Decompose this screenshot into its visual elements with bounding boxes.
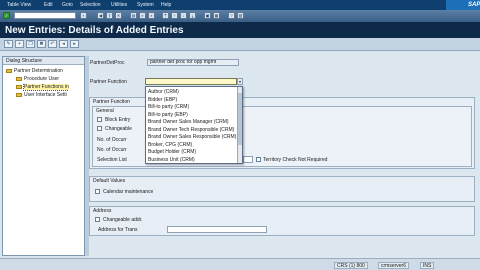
last-page-icon[interactable]: ⤓ — [189, 12, 196, 19]
partner-function-group-title: Partner Function — [93, 99, 130, 105]
dropdown-option[interactable]: Broker, CPG (CRM) — [148, 142, 192, 148]
dialog-structure-pane: Dialog Structure Partner Determination P… — [2, 56, 85, 256]
page-title: New Entries: Details of Added Entries — [5, 25, 184, 36]
dropdown-option[interactable]: Brand Owner Sales Manager (CRM) — [148, 119, 229, 125]
block-entry-checkbox[interactable] — [97, 117, 102, 122]
calendar-maintenance-label: Calendar maintenance — [103, 189, 154, 195]
copy-icon[interactable]: ❐ — [26, 40, 35, 48]
territory-check-label: Territory Check Not Required — [263, 157, 328, 163]
changeable-label: Changeable — [105, 126, 132, 132]
previous-page-icon[interactable]: ↑ — [171, 12, 178, 19]
changeable-address-checkbox[interactable] — [95, 217, 100, 222]
dropdown-option[interactable]: Brand Owner Sales Responsible (CRM) — [148, 134, 236, 140]
first-page-icon[interactable]: ⤒ — [162, 12, 169, 19]
tree-item-label: Procedure User — [24, 76, 60, 82]
shortcut-icon[interactable]: ▦ — [213, 12, 220, 19]
delete-icon[interactable]: ✖ — [37, 40, 46, 48]
dialog-structure-header: Dialog Structure — [3, 57, 84, 65]
dropdown-option[interactable]: Business Unit (CRM) — [148, 157, 195, 163]
insert-mode: INS — [420, 262, 435, 269]
selection-list-field[interactable] — [243, 156, 253, 163]
enter-icon[interactable]: ✓ — [3, 12, 10, 19]
tree-item-partner-determination[interactable]: Partner Determination — [6, 68, 63, 75]
selection-list-label: Selection List — [97, 157, 127, 163]
dropdown-option[interactable]: Bill-to party (EBP) — [148, 112, 188, 118]
sap-logo: SAP — [446, 0, 480, 10]
dropdown-scroll-thumb[interactable] — [238, 93, 242, 145]
exit-icon[interactable]: ⇧ — [106, 12, 113, 19]
server-info: crmserver6 — [378, 262, 410, 269]
value-help-icon[interactable]: ▾ — [237, 78, 243, 85]
next-page-icon[interactable]: ↓ — [180, 12, 187, 19]
open-folder-icon — [16, 84, 22, 89]
partner-function-label: Partner Function — [90, 79, 127, 85]
tree-item-partner-functions[interactable]: Partner Functions in — [16, 84, 69, 91]
back-icon[interactable]: ◀ — [97, 12, 104, 19]
save-icon[interactable]: ▪ — [80, 12, 87, 19]
tree-item-user-interface[interactable]: User Interface Setti — [16, 92, 67, 99]
default-values-group: Default Values Calendar maintenance — [89, 176, 475, 202]
general-group-title: General — [96, 108, 114, 114]
partner-det-proc-field: partner det proc for opp mgmt — [147, 59, 239, 66]
new-session-icon[interactable]: ▣ — [204, 12, 211, 19]
print-icon[interactable]: ▤ — [130, 12, 137, 19]
menu-system[interactable]: System — [137, 2, 154, 8]
cancel-icon[interactable]: ✕ — [115, 12, 122, 19]
territory-check-checkbox[interactable] — [256, 157, 261, 162]
partner-det-proc-label: PartnerDetProc — [90, 60, 125, 66]
dropdown-option[interactable]: Bill-to party (CRM) — [148, 104, 189, 110]
system-toolbar: ✓ ▪ ◀ ⇧ ✕ ▤ ⌕ ⌕ ⤒ ↑ ↓ ⤓ ▣ ▦ ? ▨ — [0, 10, 480, 22]
find-next-icon[interactable]: ⌕ — [148, 12, 155, 19]
system-info[interactable]: CRS (1) 800 — [334, 262, 368, 269]
command-field[interactable] — [14, 12, 76, 19]
dropdown-option[interactable]: Bidder (EBP) — [148, 97, 177, 103]
calendar-maintenance-checkbox[interactable] — [95, 189, 100, 194]
dropdown-option[interactable]: Brand Owner Tech Responsible (CRM) — [148, 127, 234, 133]
partner-function-dropdown[interactable]: Author (CRM) Bidder (EBP) Bill-to party … — [145, 86, 243, 164]
folder-icon — [16, 92, 22, 97]
tree-item-label: Partner Determination — [14, 68, 63, 74]
dropdown-scrollbar[interactable] — [237, 87, 242, 163]
next-entry-icon[interactable]: ▸ — [70, 40, 79, 48]
occurrence-label-2: No. of Occurr — [97, 147, 127, 153]
address-group: Address Changeable addr. Address for Tra… — [89, 206, 475, 236]
application-toolbar: ✎ + ❐ ✖ ↶ ◂ ▸ — [0, 38, 480, 51]
block-entry-label: Block Entry — [105, 117, 131, 123]
find-icon[interactable]: ⌕ — [139, 12, 146, 19]
address-title: Address — [93, 208, 112, 214]
new-entries-icon[interactable]: + — [15, 40, 24, 48]
status-bar: CRS (1) 800 crmserver6 INS — [0, 258, 480, 270]
menu-goto[interactable]: Goto — [62, 2, 73, 8]
menu-bar: Table View Edit Goto Selection Utilities… — [0, 0, 480, 10]
undo-icon[interactable]: ↶ — [48, 40, 57, 48]
menu-utilities[interactable]: Utilities — [111, 2, 127, 8]
address-for-trans-field[interactable] — [167, 226, 267, 233]
folder-icon — [6, 68, 12, 73]
menu-help[interactable]: Help — [161, 2, 171, 8]
changeable-address-label: Changeable addr. — [103, 217, 143, 223]
dropdown-option[interactable]: Author (CRM) — [148, 89, 179, 95]
title-bar: New Entries: Details of Added Entries — [0, 22, 480, 38]
help-icon[interactable]: ? — [228, 12, 235, 19]
layout-menu-icon[interactable]: ▨ — [237, 12, 244, 19]
address-for-trans-label: Address for Trans — [98, 227, 138, 233]
previous-entry-icon[interactable]: ◂ — [59, 40, 68, 48]
tree-item-label: Partner Functions in — [23, 84, 69, 91]
tree-item-procedure-user[interactable]: Procedure User — [16, 76, 59, 83]
tree-item-label: User Interface Setti — [24, 92, 67, 98]
change-display-icon[interactable]: ✎ — [4, 40, 13, 48]
folder-icon — [16, 76, 22, 81]
dropdown-option[interactable]: Budget Holder (CRM) — [148, 149, 196, 155]
partner-function-field[interactable] — [145, 78, 237, 85]
menu-selection[interactable]: Selection — [80, 2, 101, 8]
default-values-title: Default Values — [93, 178, 126, 184]
menu-edit[interactable]: Edit — [44, 2, 53, 8]
menu-table-view[interactable]: Table View — [7, 2, 31, 8]
changeable-checkbox[interactable] — [97, 126, 102, 131]
occurrence-label-1: No. of Occurr — [97, 137, 127, 143]
